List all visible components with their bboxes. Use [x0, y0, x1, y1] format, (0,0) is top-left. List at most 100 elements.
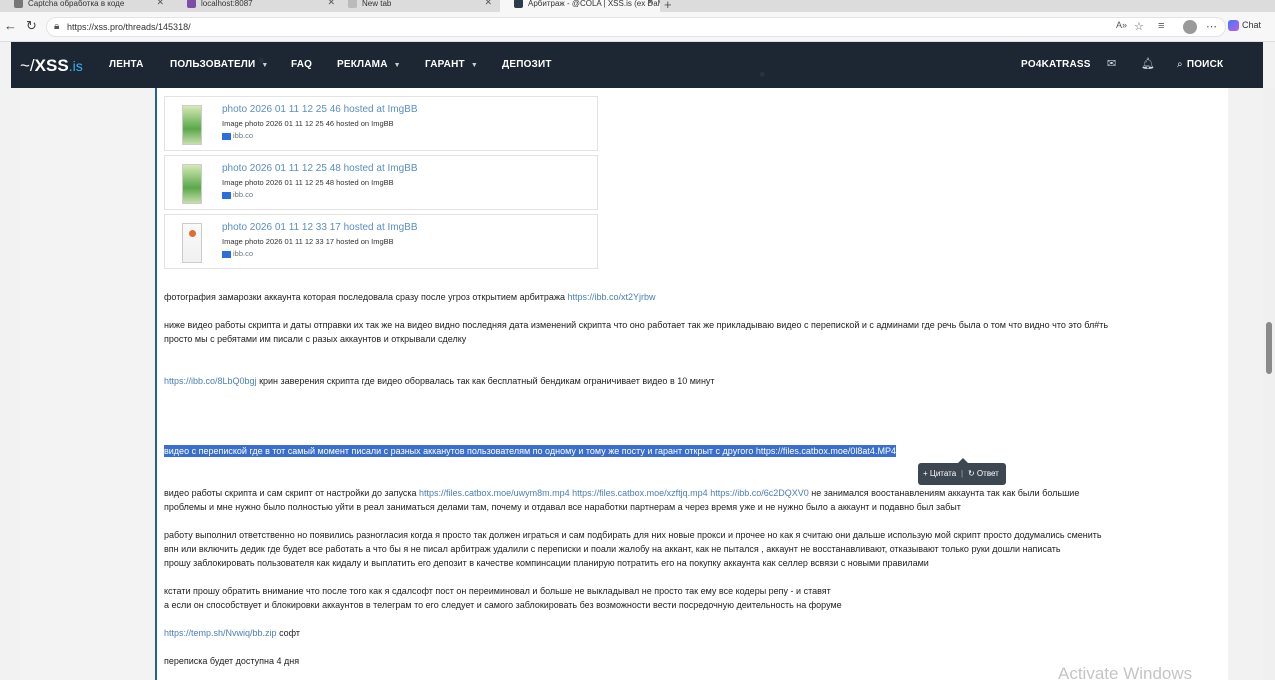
quote-reply-popup: + Цитата | ↻ Ответ	[918, 458, 1006, 485]
nav-ads[interactable]: РЕКЛАМА ▼	[337, 59, 401, 70]
embed-source-label: ibb.co	[233, 249, 254, 258]
paragraph-line: кстати прошу обратить внимание что после…	[164, 586, 831, 596]
nav-label: FAQ	[291, 59, 313, 70]
post-link[interactable]: https://files.catbox.moe/uwym8m.mp4	[419, 488, 570, 498]
embed-source-label: ibb.co	[233, 131, 254, 140]
search-button[interactable]: ⌕ ПОИСК	[1177, 59, 1223, 70]
logo-domain: .is	[68, 58, 83, 74]
post-paragraph: кстати прошу обратить внимание что после…	[164, 584, 842, 612]
logo-name: XSS	[34, 56, 69, 75]
embed-title[interactable]: photo 2026 01 11 12 25 46 hosted at ImgB…	[222, 104, 418, 115]
favorite-star-icon[interactable]: ☆	[1134, 20, 1144, 33]
nav-label: ПОЛЬЗОВАТЕЛИ	[170, 59, 256, 70]
link-embed[interactable]: photo 2026 01 11 12 25 48 hosted at ImgB…	[164, 155, 598, 210]
refresh-icon[interactable]: ↻	[26, 18, 37, 34]
post-paragraph: видео работы скрипта и сам скрипт от нас…	[164, 486, 1079, 514]
search-icon: ⌕	[1177, 59, 1183, 70]
lock-icon[interactable]: 🔒︎	[54, 21, 59, 32]
nav-faq[interactable]: FAQ	[291, 59, 312, 70]
embed-title[interactable]: photo 2026 01 11 12 25 48 hosted at ImgB…	[222, 163, 418, 174]
nav-users[interactable]: ПОЛЬЗОВАТЕЛИ ▼	[170, 59, 269, 70]
close-icon[interactable]: ✕	[484, 0, 492, 7]
post-link[interactable]: https://ibb.co/6c2DQXV0	[710, 488, 809, 498]
nav-deposit[interactable]: ДЕПОЗИТ	[502, 59, 552, 70]
page-scrollbar[interactable]	[1263, 88, 1275, 680]
embed-source-label: ibb.co	[233, 190, 254, 199]
profile-avatar[interactable]	[1183, 20, 1197, 34]
paragraph-text: не занимался воостанавлениям аккаунта та…	[808, 488, 1080, 498]
embed-thumbnail[interactable]	[182, 223, 202, 263]
reply-button[interactable]: ↻ Ответ	[968, 469, 999, 478]
nav-label: ЛЕНТА	[109, 59, 144, 70]
caret-down-icon: ▼	[261, 62, 269, 69]
paragraph-line: прошу заблокировать пользователя как кид…	[164, 558, 929, 568]
link-embed[interactable]: photo 2026 01 11 12 25 46 hosted at ImgB…	[164, 96, 598, 151]
post-paragraph: ниже видео работы скрипта и даты отправк…	[164, 318, 1108, 346]
post-paragraph: фотография замарозки аккаунта которая по…	[164, 290, 656, 304]
site-navbar: ~/XSS.is ЛЕНТА ПОЛЬЗОВАТЕЛИ ▼ FAQ РЕКЛАМА…	[11, 42, 1263, 88]
post-paragraph: https://temp.sh/Nvwiq/bb.zip софт	[164, 626, 300, 640]
selected-text[interactable]: видео с перепиской где в тот самый момен…	[164, 445, 896, 457]
embed-source: ibb.co	[222, 249, 253, 258]
paragraph-text: крин заверения скрипта где видео оборвал…	[256, 376, 715, 386]
copilot-icon	[1228, 20, 1239, 32]
caret-down-icon: ▼	[393, 62, 401, 69]
scrollbar-thumb[interactable]	[1266, 322, 1272, 374]
favorites-list-icon[interactable]: ≡	[1158, 20, 1164, 32]
paragraph-line: а если он способствует и блокировки акка…	[164, 600, 842, 610]
search-label: ПОИСК	[1186, 59, 1224, 70]
nav-guarantor[interactable]: ГАРАНТ ▼	[425, 59, 478, 70]
chat-label: Chat	[1242, 20, 1262, 30]
url-bar[interactable]: 🔒︎ https://xss.pro/threads/145318/	[46, 17, 1226, 37]
post-paragraph: https://ibb.co/8LbQ0bgj крин заверения с…	[164, 374, 715, 388]
nav-label: ДЕПОЗИТ	[502, 59, 552, 70]
close-icon[interactable]: ✕	[646, 0, 654, 7]
embed-description: Image photo 2026 01 11 12 25 48 hosted o…	[222, 178, 394, 187]
post-link[interactable]: https://files.catbox.moe/xzftjq.mp4	[572, 488, 708, 498]
back-arrow-icon[interactable]: ←	[4, 18, 17, 33]
link-embed[interactable]: photo 2026 01 11 12 33 17 hosted at ImgB…	[164, 214, 598, 269]
tab-favicon-icon	[14, 0, 23, 8]
mail-icon[interactable]: ✉	[1107, 57, 1116, 70]
paragraph-line: просто мы с ребятами им писали с разых а…	[164, 334, 467, 344]
nav-label: РЕКЛАМА	[337, 59, 388, 70]
url-text[interactable]: https://xss.pro/threads/145318/	[67, 22, 191, 32]
imgbb-icon	[222, 191, 231, 199]
embed-source: ibb.co	[222, 131, 253, 140]
user-menu[interactable]: PO4KATRASS	[1021, 59, 1091, 70]
post-link[interactable]: https://temp.sh/Nvwiq/bb.zip	[164, 628, 277, 638]
more-menu-icon[interactable]: ⋯	[1206, 20, 1217, 33]
chat-button[interactable]: Chat	[1228, 20, 1262, 32]
username: PO4KATRASS	[1021, 59, 1091, 70]
paragraph-line: ниже видео работы скрипта и даты отправк…	[164, 320, 1109, 330]
bell-icon[interactable]: 🔔︎	[1141, 57, 1155, 70]
paragraph-text: софт	[276, 628, 300, 638]
post-paragraph: переписка будет доступна 4 дня	[164, 654, 299, 668]
post-link[interactable]: https://ibb.co/xt2Yjrbw	[567, 292, 655, 302]
post-paragraph-selected: видео с перепиской где в тот самый момен…	[164, 444, 896, 458]
close-icon[interactable]: ✕	[156, 0, 164, 7]
browser-tab-strip: Captcha обработка в коде ✕ localhost:808…	[0, 0, 1275, 12]
nav-feed[interactable]: ЛЕНТА	[109, 59, 144, 70]
quote-button[interactable]: + Цитата	[923, 469, 956, 478]
browser-tab[interactable]: Captcha обработка в коде ✕	[0, 0, 170, 12]
tab-label: Арбитраж - @COLA | XSS.is (ex DaMaGeLaB)	[528, 0, 660, 8]
read-aloud-icon[interactable]: A»	[1116, 20, 1127, 30]
new-tab-plus-icon[interactable]: +	[664, 0, 672, 12]
post-link[interactable]: https://ibb.co/8LbQ0bgj	[164, 376, 257, 386]
nav-label: ГАРАНТ	[425, 59, 465, 70]
caret-down-icon: ▼	[470, 62, 478, 69]
browser-tab[interactable]: localhost:8087 ✕	[173, 0, 341, 12]
browser-tab-active[interactable]: Арбитраж - @COLA | XSS.is (ex DaMaGeLaB)…	[500, 0, 660, 12]
paragraph-line: проблемы и мне нужно было полностью уйти…	[164, 502, 961, 512]
imgbb-icon	[222, 132, 231, 140]
embed-thumbnail[interactable]	[182, 164, 202, 204]
paragraph-text: видео работы скрипта и сам скрипт от нас…	[164, 488, 420, 498]
paragraph-line: видео работы скрипта и сам скрипт от нас…	[164, 486, 1079, 500]
site-logo[interactable]: ~/XSS.is	[20, 56, 83, 76]
browser-tab[interactable]: New tab ✕	[334, 0, 498, 12]
embed-thumbnail[interactable]	[182, 105, 202, 145]
popup-arrow	[958, 458, 968, 463]
post-link[interactable]: https://files.catbox.moe/0l8at4.MP4	[756, 446, 896, 456]
embed-title[interactable]: photo 2026 01 11 12 33 17 hosted at ImgB…	[222, 222, 418, 233]
